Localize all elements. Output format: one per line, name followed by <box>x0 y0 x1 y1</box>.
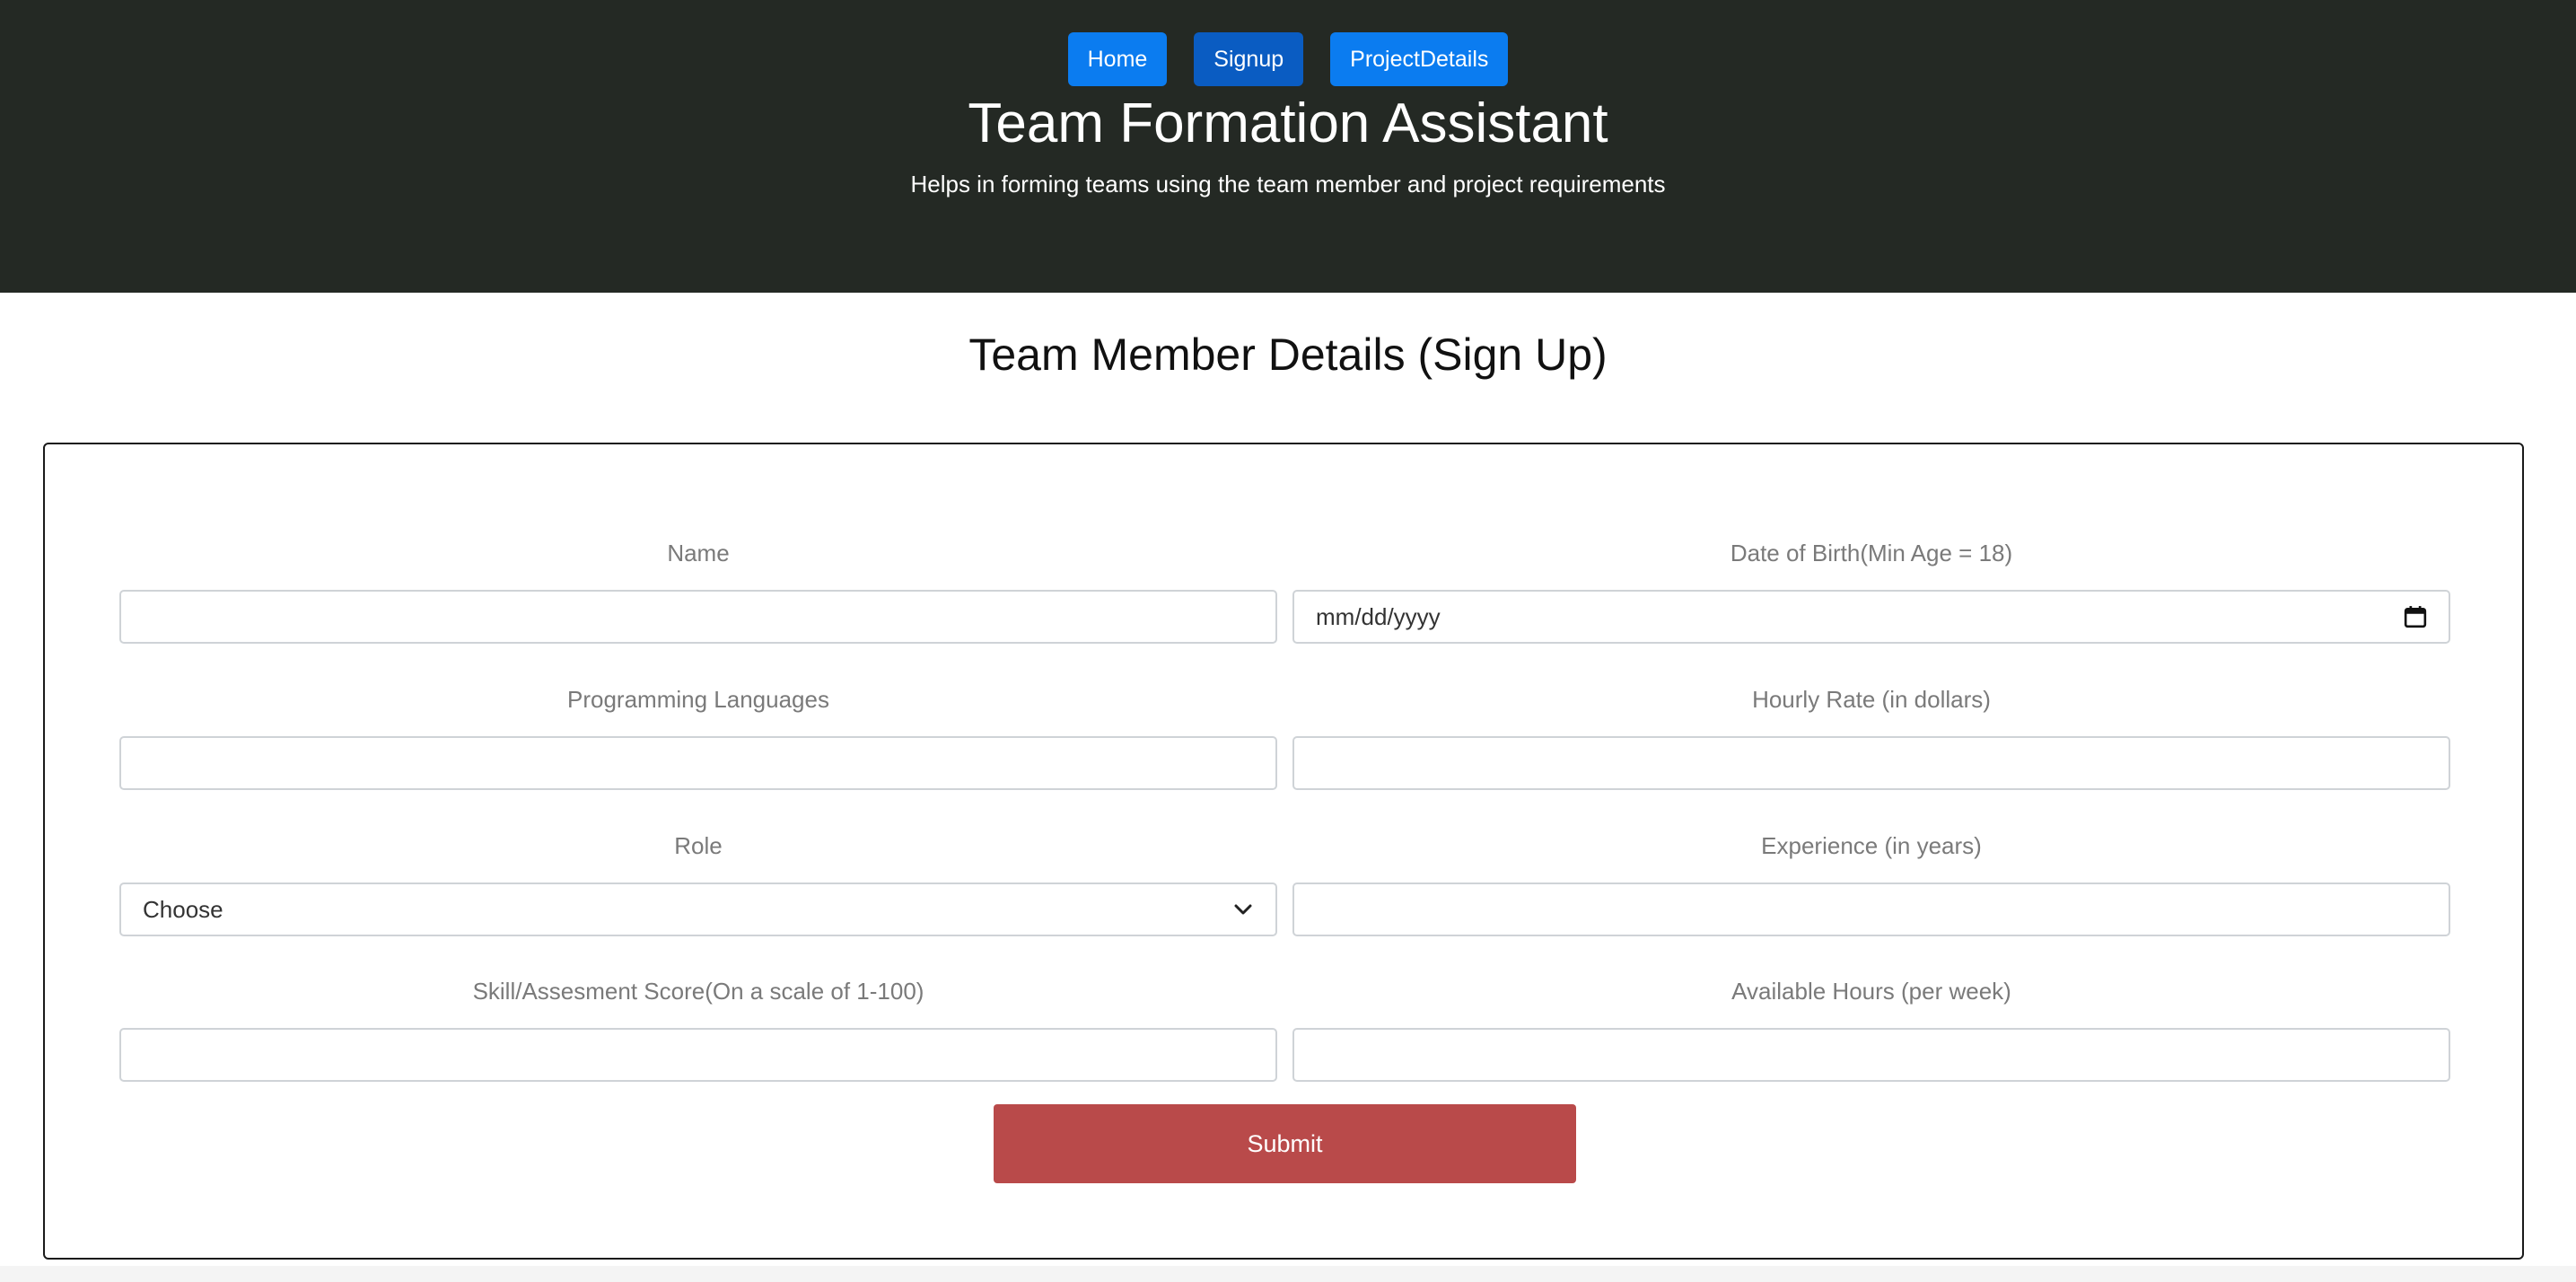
role-label: Role <box>674 832 723 859</box>
experience-label: Experience (in years) <box>1761 832 1982 859</box>
site-subtitle: Helps in forming teams using the team me… <box>910 171 1666 198</box>
languages-label: Programming Languages <box>567 686 829 713</box>
page-bottom <box>0 1266 2576 1282</box>
chevron-down-icon <box>1234 904 1252 915</box>
nav-signup-button[interactable]: Signup <box>1194 32 1304 86</box>
languages-field[interactable] <box>119 736 1277 790</box>
role-selected-value: Choose <box>143 895 223 923</box>
skill-field[interactable] <box>119 1028 1277 1082</box>
experience-field[interactable] <box>1292 882 2450 936</box>
role-select[interactable]: Choose <box>119 882 1277 936</box>
dob-field[interactable]: mm/dd/yyyy <box>1292 590 2450 644</box>
calendar-icon[interactable] <box>2404 605 2427 628</box>
site-title: Team Formation Assistant <box>968 92 1608 154</box>
name-field[interactable] <box>119 590 1277 644</box>
page-title: Team Member Details (Sign Up) <box>968 329 1608 380</box>
signup-form: Name Date of Birth(Min Age = 18) mm/dd/y… <box>43 443 2524 1260</box>
dob-placeholder: mm/dd/yyyy <box>1316 602 1441 630</box>
nav-home-button[interactable]: Home <box>1067 32 1168 86</box>
rate-label: Hourly Rate (in dollars) <box>1752 686 1991 713</box>
top-nav: Home Signup ProjectDetails <box>0 32 2576 86</box>
dob-label: Date of Birth(Min Age = 18) <box>1730 540 2013 566</box>
nav-projectdetails-button[interactable]: ProjectDetails <box>1330 32 1509 86</box>
submit-button[interactable]: Submit <box>994 1104 1576 1183</box>
hours-label: Available Hours (per week) <box>1731 978 2011 1005</box>
site-header: Home Signup ProjectDetails Team Formatio… <box>0 0 2576 293</box>
skill-label: Skill/Assesment Score(On a scale of 1-10… <box>472 978 924 1005</box>
name-label: Name <box>667 540 730 566</box>
hours-field[interactable] <box>1292 1028 2450 1082</box>
rate-field[interactable] <box>1292 736 2450 790</box>
